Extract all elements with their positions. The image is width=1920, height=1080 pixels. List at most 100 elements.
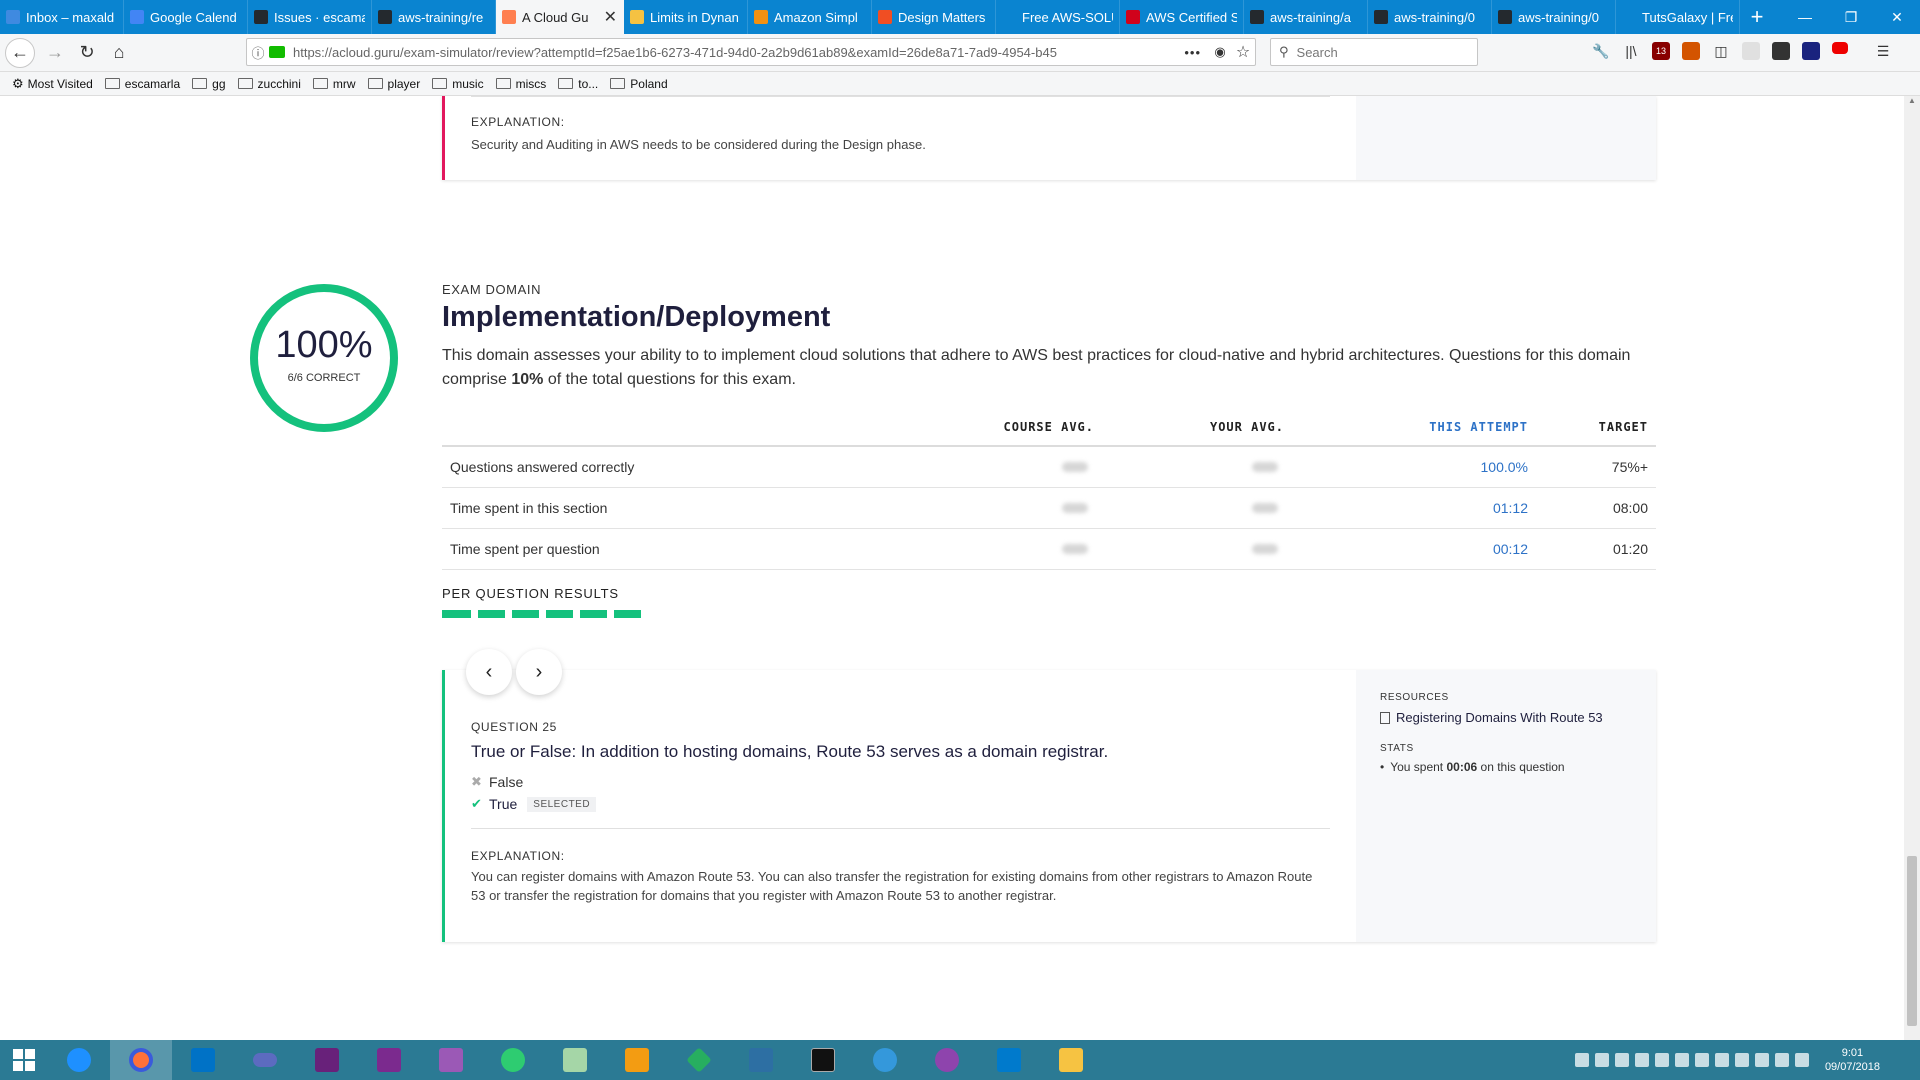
- volume-icon[interactable]: [1794, 1053, 1809, 1067]
- folder-icon: [237, 78, 253, 89]
- url-bar[interactable]: ⓘ https://acloud.guru/exam-simulator/rev…: [246, 38, 1256, 66]
- tray-app-icon[interactable]: [1714, 1053, 1729, 1067]
- scrollbar-thumb[interactable]: [1907, 856, 1917, 1026]
- home-button[interactable]: ⌂: [103, 37, 135, 69]
- page-actions-icon[interactable]: •••: [1176, 45, 1209, 60]
- extension-blue-icon[interactable]: [1802, 42, 1820, 60]
- taskbar-file-explorer[interactable]: [1040, 1040, 1102, 1080]
- windows-logo-icon: [13, 1049, 35, 1071]
- taskbar-vscode[interactable]: [978, 1040, 1040, 1080]
- taskbar-ie[interactable]: [48, 1040, 110, 1080]
- browser-tab[interactable]: A Cloud Gu ✕: [496, 0, 624, 34]
- taskbar-notepad[interactable]: [544, 1040, 606, 1080]
- question-result-bar[interactable]: [478, 610, 505, 618]
- question-result-bar[interactable]: [546, 610, 573, 618]
- battery-icon[interactable]: [1754, 1053, 1769, 1067]
- browser-tab[interactable]: Design Matters: [872, 0, 996, 34]
- bookmark-item[interactable]: music: [432, 77, 484, 91]
- clock[interactable]: 9:01 09/07/2018: [1825, 1046, 1880, 1074]
- bookmark-star-icon[interactable]: ☆: [1231, 42, 1255, 62]
- browser-tab[interactable]: Google Calend: [124, 0, 248, 34]
- bookmark-item[interactable]: mrw: [312, 77, 356, 91]
- resource-link-text[interactable]: Registering Domains With Route 53: [1396, 710, 1603, 725]
- extension-grey-icon[interactable]: [1742, 42, 1760, 60]
- page-scrollbar[interactable]: ▲: [1904, 96, 1920, 1040]
- extension-dark-icon[interactable]: [1772, 42, 1790, 60]
- browser-tab[interactable]: aws-training/a: [1244, 0, 1368, 34]
- extension-orange-icon[interactable]: [1682, 42, 1700, 60]
- browser-tab[interactable]: aws-training/0: [1368, 0, 1492, 34]
- question-result-bar[interactable]: [580, 610, 607, 618]
- search-input[interactable]: ⚲ Search: [1270, 38, 1478, 66]
- taskbar-sublime[interactable]: [606, 1040, 668, 1080]
- taskbar-app-globe[interactable]: [916, 1040, 978, 1080]
- browser-tab[interactable]: TutsGalaxy | Free C: [1616, 0, 1740, 34]
- browser-tab[interactable]: Issues · escama: [248, 0, 372, 34]
- bookmark-item[interactable]: Poland: [610, 77, 668, 91]
- sidebar-icon[interactable]: ◫: [1712, 42, 1730, 60]
- taskbar-app-infinity[interactable]: [234, 1040, 296, 1080]
- bookmark-item[interactable]: to...: [558, 77, 598, 91]
- tray-app-icon[interactable]: [1614, 1053, 1629, 1067]
- tray-app-icon[interactable]: [1694, 1053, 1709, 1067]
- bookmark-item[interactable]: escamarla: [104, 77, 180, 91]
- flag-icon[interactable]: [1734, 1053, 1749, 1067]
- restore-icon[interactable]: ❐: [1828, 0, 1874, 34]
- start-button[interactable]: [0, 1040, 48, 1080]
- menu-icon[interactable]: ☰: [1874, 42, 1892, 60]
- dropbox-icon[interactable]: [1594, 1053, 1609, 1067]
- browser-tab[interactable]: aws-training/re: [372, 0, 496, 34]
- stats-header-course-avg: COURSE AVG.: [862, 408, 1102, 447]
- browser-tab[interactable]: aws-training/0: [1492, 0, 1616, 34]
- question-result-bar[interactable]: [614, 610, 641, 618]
- taskbar-powershell[interactable]: [730, 1040, 792, 1080]
- taskbar-visual-studio-3[interactable]: [420, 1040, 482, 1080]
- tray-app-icon[interactable]: [1634, 1053, 1649, 1067]
- back-button[interactable]: ←: [5, 37, 35, 68]
- question-result-bar[interactable]: [442, 610, 471, 618]
- scroll-up-arrow[interactable]: ▲: [1904, 96, 1920, 105]
- browser-tab[interactable]: Amazon Simpl: [748, 0, 872, 34]
- visual-studio-icon: [315, 1048, 339, 1072]
- reload-button[interactable]: ↻: [71, 37, 103, 69]
- bookmark-item[interactable]: zucchini: [237, 77, 301, 91]
- taskbar-terminal[interactable]: [792, 1040, 854, 1080]
- browser-tab[interactable]: AWS Certified S: [1120, 0, 1244, 34]
- tray-app-icon[interactable]: [1674, 1053, 1689, 1067]
- resource-link[interactable]: Registering Domains With Route 53: [1380, 710, 1632, 725]
- lock-icon[interactable]: [269, 46, 285, 58]
- browser-tab[interactable]: Limits in Dynan: [624, 0, 748, 34]
- previous-question-button[interactable]: ‹: [466, 649, 512, 695]
- bookmark-item[interactable]: player: [367, 77, 420, 91]
- url-text[interactable]: https://acloud.guru/exam-simulator/revie…: [293, 45, 1173, 60]
- pocket-icon[interactable]: ◉: [1209, 44, 1231, 60]
- taskbar-visual-studio[interactable]: [296, 1040, 358, 1080]
- onedrive-icon[interactable]: [1574, 1053, 1589, 1067]
- close-window-icon[interactable]: ✕: [1874, 0, 1920, 34]
- minimize-icon[interactable]: —: [1782, 0, 1828, 34]
- taskbar-firefox[interactable]: [110, 1040, 172, 1080]
- browser-tab[interactable]: Free AWS-SOLUTIO: [996, 0, 1120, 34]
- close-tab-icon[interactable]: ✕: [604, 7, 617, 27]
- taskbar-visual-studio-2[interactable]: [358, 1040, 420, 1080]
- next-question-button[interactable]: ›: [516, 649, 562, 695]
- taskbar-app-diamond[interactable]: [668, 1040, 730, 1080]
- wrench-icon[interactable]: 🔧: [1592, 42, 1610, 60]
- bookmark-item[interactable]: gg: [192, 77, 226, 91]
- youtube-icon[interactable]: [1832, 42, 1848, 54]
- wifi-icon[interactable]: [1774, 1053, 1789, 1067]
- visual-studio-icon: [377, 1048, 401, 1072]
- tray-app-icon[interactable]: [1654, 1053, 1669, 1067]
- question-result-bar[interactable]: [512, 610, 539, 618]
- bookmark-item[interactable]: miscs: [495, 77, 546, 91]
- forward-button[interactable]: →: [39, 37, 71, 69]
- taskbar-app-network[interactable]: [854, 1040, 916, 1080]
- bookmark-item[interactable]: ⚙ Most Visited: [12, 76, 93, 92]
- browser-tab[interactable]: Inbox – maxald: [0, 0, 124, 34]
- library-icon[interactable]: ||\: [1622, 42, 1640, 60]
- taskbar-outlook[interactable]: [172, 1040, 234, 1080]
- info-icon[interactable]: ⓘ: [247, 43, 269, 62]
- new-tab-button[interactable]: +: [1740, 0, 1774, 34]
- taskbar-app-green[interactable]: [482, 1040, 544, 1080]
- ublock-icon[interactable]: 13: [1652, 42, 1670, 60]
